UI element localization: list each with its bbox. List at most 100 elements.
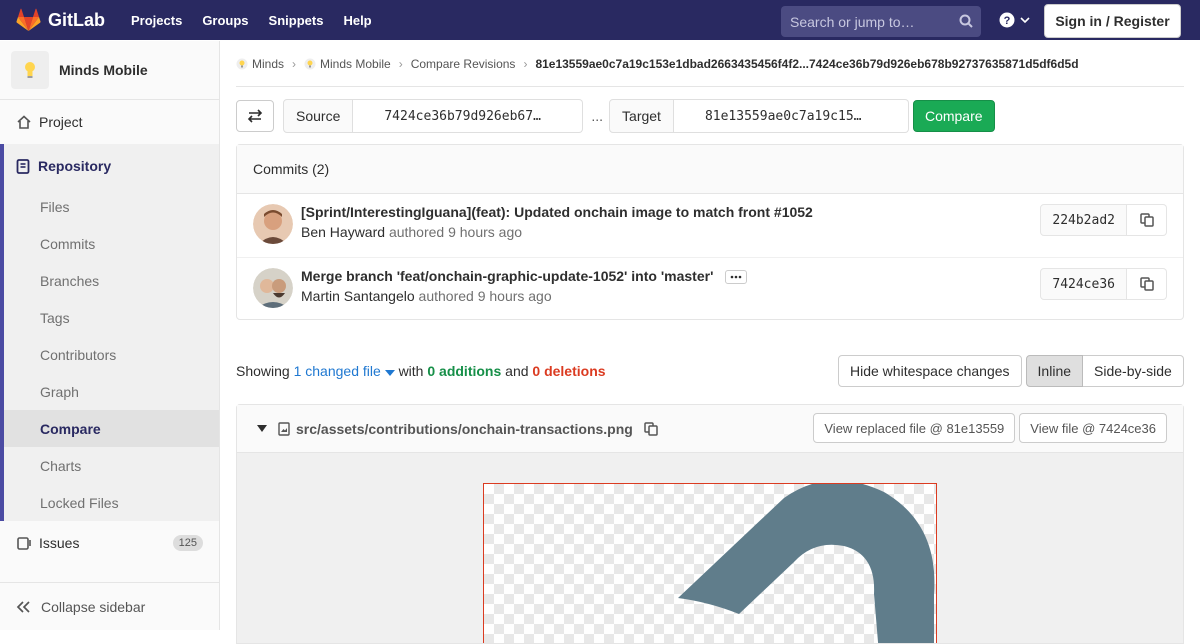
sidebar-item-graph[interactable]: Graph xyxy=(4,373,219,410)
deletions-count: 0 deletions xyxy=(532,363,606,379)
side-by-side-view-button[interactable]: Side-by-side xyxy=(1083,355,1184,387)
issues-icon xyxy=(16,536,32,550)
sidebar-item-contributors[interactable]: Contributors xyxy=(4,336,219,373)
sidebar-item-files[interactable]: Files xyxy=(4,188,219,225)
breadcrumb-current[interactable]: 81e13559ae0c7a19c153e1dbad2663435456f4f2… xyxy=(535,57,1078,71)
inline-view-button[interactable]: Inline xyxy=(1025,355,1084,387)
commit-title: Merge branch 'feat/onchain-graphic-updat… xyxy=(301,268,748,284)
commit-sha-button[interactable]: 224b2ad2 xyxy=(1040,204,1127,236)
sidebar-item-compare[interactable]: Compare xyxy=(4,410,219,447)
sidebar-item-issues[interactable]: Issues 125 xyxy=(0,521,219,565)
gitlab-tanuki-icon xyxy=(16,8,41,31)
commit-row: Merge branch 'feat/onchain-graphic-updat… xyxy=(237,257,1183,320)
home-icon xyxy=(16,115,32,129)
question-icon: ? xyxy=(999,12,1015,28)
gitlab-logo[interactable]: GitLab xyxy=(16,8,105,32)
image-preview xyxy=(678,484,935,643)
sidebar-item-locked-files[interactable]: Locked Files xyxy=(4,484,219,521)
sidebar-item-branches[interactable]: Branches xyxy=(4,262,219,299)
project-avatar xyxy=(11,51,49,89)
caret-down-icon xyxy=(384,370,395,376)
breadcrumb-group[interactable]: Minds xyxy=(252,57,284,71)
commits-header: Commits (2) xyxy=(237,145,1183,194)
sidebar-item-project[interactable]: Project xyxy=(0,100,219,144)
nav-snippets[interactable]: Snippets xyxy=(269,13,324,28)
collapse-file-chevron-icon[interactable] xyxy=(257,425,267,432)
help-dropdown[interactable]: ? xyxy=(999,12,1031,28)
collapse-sidebar-label: Collapse sidebar xyxy=(41,598,146,615)
search-icon xyxy=(959,14,973,28)
search-input[interactable]: Search or jump to… xyxy=(781,6,981,37)
file-actions: View replaced file @ 81e13559 View file … xyxy=(809,413,1167,443)
sidebar-section-repository: Repository Files Commits Branches Tags C… xyxy=(0,144,219,521)
compare-form: Source 7424ce36b79d926eb67… ... Target 8… xyxy=(236,99,995,133)
hide-whitespace-button[interactable]: Hide whitespace changes xyxy=(838,355,1022,387)
changed-files-label: 1 changed file xyxy=(293,363,381,379)
target-label: Target xyxy=(609,99,674,133)
changed-files-dropdown[interactable]: 1 changed file xyxy=(294,363,399,379)
avatar[interactable] xyxy=(253,204,293,244)
breadcrumb: Minds › Minds Mobile › Compare Revisions… xyxy=(236,41,1184,87)
view-mode-toggle: Inline Side-by-side xyxy=(1025,355,1184,387)
breadcrumb-section[interactable]: Compare Revisions xyxy=(411,57,516,71)
group-avatar-icon xyxy=(236,58,248,70)
double-chevron-left-icon xyxy=(16,600,30,613)
breadcrumb-project[interactable]: Minds Mobile xyxy=(320,57,391,71)
compare-separator: ... xyxy=(591,108,604,124)
sidebar-item-label: Project xyxy=(39,114,83,130)
diff-view-controls: Hide whitespace changes Inline Side-by-s… xyxy=(838,355,1184,387)
book-icon xyxy=(16,158,30,174)
sidebar-item-commits[interactable]: Commits xyxy=(4,225,219,262)
source-label: Source xyxy=(283,99,354,133)
commit-sha-button[interactable]: 7424ce36 xyxy=(1040,268,1127,300)
image-file-icon xyxy=(278,421,290,436)
commit-author[interactable]: Ben Hayward xyxy=(301,224,385,240)
commit-title[interactable]: [Sprint/InterestingIguana](feat): Update… xyxy=(301,204,813,220)
lightbulb-icon xyxy=(25,62,35,78)
breadcrumb-separator-icon: › xyxy=(398,56,403,71)
commit-sha-group: 224b2ad2 xyxy=(1040,204,1167,236)
commit-title-text[interactable]: Merge branch 'feat/onchain-graphic-updat… xyxy=(301,268,713,284)
view-replaced-file-button[interactable]: View replaced file @ 81e13559 xyxy=(813,413,1016,443)
sidebar-item-tags[interactable]: Tags xyxy=(4,299,219,336)
signin-register-button[interactable]: Sign in / Register xyxy=(1044,4,1181,38)
ellipsis-icon xyxy=(730,275,742,279)
copy-icon[interactable] xyxy=(644,421,658,436)
copy-sha-button[interactable] xyxy=(1127,204,1167,236)
breadcrumb-separator-icon: › xyxy=(292,56,297,71)
image-diff-area xyxy=(237,453,1183,643)
nav-groups[interactable]: Groups xyxy=(202,13,248,28)
svg-text:?: ? xyxy=(1004,15,1011,27)
expand-description-button[interactable] xyxy=(725,270,748,284)
sidebar-item-charts[interactable]: Charts xyxy=(4,447,219,484)
project-name: Minds Mobile xyxy=(59,62,148,78)
swap-arrows-icon xyxy=(247,109,263,123)
sidebar-item-label: Issues xyxy=(39,535,80,551)
file-path[interactable]: src/assets/contributions/onchain-transac… xyxy=(296,421,633,437)
sidebar-project-header[interactable]: Minds Mobile xyxy=(0,41,219,100)
target-ref-dropdown[interactable]: 81e13559ae0c7a19c15… xyxy=(673,99,909,133)
issues-count-badge: 125 xyxy=(172,535,203,551)
nav-help[interactable]: Help xyxy=(343,13,371,28)
chevron-down-icon xyxy=(1020,17,1030,24)
copy-icon xyxy=(1139,213,1154,227)
collapse-sidebar-button[interactable]: Collapse sidebar xyxy=(0,582,219,630)
copy-sha-button[interactable] xyxy=(1127,268,1167,300)
project-sidebar: Minds Mobile Project Repository Files Co… xyxy=(0,41,220,630)
additions-count: 0 additions xyxy=(427,363,502,379)
nav-projects[interactable]: Projects xyxy=(131,13,182,28)
commit-row: [Sprint/InterestingIguana](feat): Update… xyxy=(237,194,1183,257)
sidebar-item-repository[interactable]: Repository xyxy=(4,144,219,188)
commit-time: authored 9 hours ago xyxy=(418,288,552,304)
view-file-button[interactable]: View file @ 7424ce36 xyxy=(1019,413,1167,443)
summary-and: and xyxy=(505,363,529,379)
swap-revisions-button[interactable] xyxy=(236,100,274,132)
compare-button[interactable]: Compare xyxy=(912,100,995,132)
source-ref-dropdown[interactable]: 7424ce36b79d926eb67… xyxy=(353,99,584,133)
commits-panel: Commits (2) [Sprint/InterestingIguana](f… xyxy=(236,144,1184,320)
avatar[interactable] xyxy=(253,268,293,308)
diff-file-header: src/assets/contributions/onchain-transac… xyxy=(237,405,1183,453)
commit-author[interactable]: Martin Santangelo xyxy=(301,288,415,304)
summary-with: with xyxy=(398,363,424,379)
sidebar-item-label: Repository xyxy=(38,158,112,174)
